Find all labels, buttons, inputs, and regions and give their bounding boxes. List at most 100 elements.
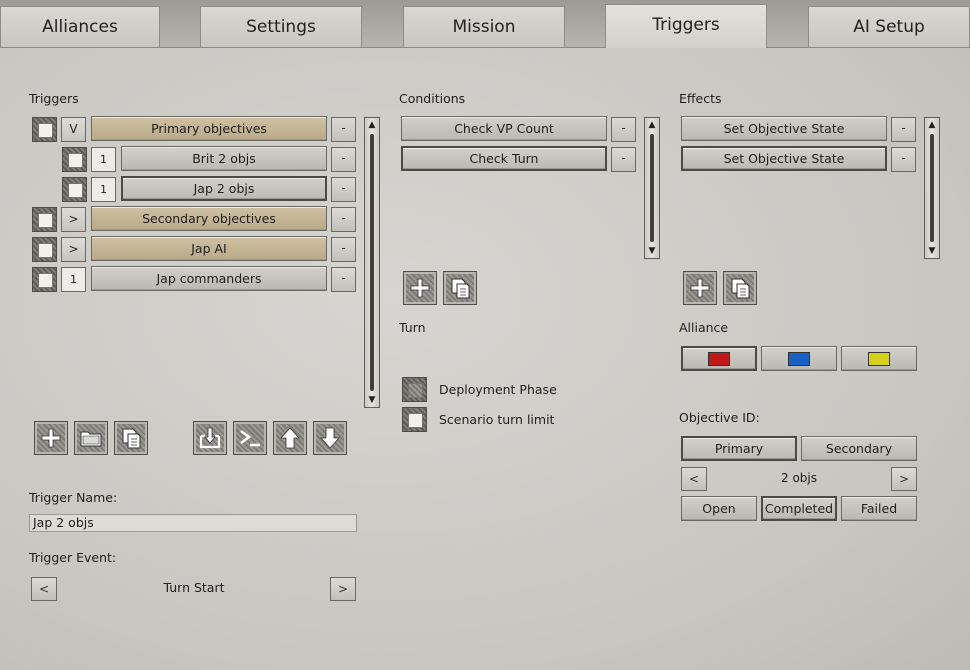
scroll-track[interactable]	[650, 134, 654, 242]
scroll-down-icon[interactable]: ▼	[925, 244, 939, 258]
trigger-order-number: 1	[61, 267, 86, 292]
alliance-blue-swatch	[788, 352, 810, 366]
copy-trigger-button[interactable]	[114, 421, 148, 455]
add-folder-button[interactable]	[74, 421, 108, 455]
trigger-event-label: Trigger Event:	[29, 550, 117, 565]
objective-state-open-button[interactable]: Open	[681, 496, 757, 521]
objective-state-failed-button[interactable]: Failed	[841, 496, 917, 521]
trigger-row-primary-objectives[interactable]: Primary objectives	[91, 116, 327, 141]
trigger-remove-button[interactable]: -	[331, 267, 356, 292]
arrow-down-icon	[320, 427, 340, 449]
trigger-expand-toggle[interactable]: >	[61, 237, 86, 262]
trigger-event-value: Turn Start	[163, 580, 225, 595]
import-trigger-button[interactable]	[193, 421, 227, 455]
trigger-row-secondary-objectives[interactable]: Secondary objectives	[91, 206, 327, 231]
move-up-button[interactable]	[273, 421, 307, 455]
trigger-name-input[interactable]: Jap 2 objs	[29, 514, 357, 532]
alliance-red-button[interactable]	[681, 346, 757, 371]
objective-state-completed-button[interactable]: Completed	[761, 496, 837, 521]
tab-bar: Alliances Settings Mission Triggers AI S…	[0, 0, 970, 49]
console-icon	[240, 429, 260, 447]
trigger-order-number: 1	[91, 147, 116, 172]
scroll-down-icon[interactable]: ▼	[645, 244, 659, 258]
trigger-checkbox[interactable]	[32, 267, 57, 292]
alliance-blue-button[interactable]	[761, 346, 837, 371]
condition-row-check-turn[interactable]: Check Turn	[401, 146, 607, 171]
copy-icon	[731, 278, 750, 299]
trigger-checkbox[interactable]	[62, 147, 87, 172]
alliance-red-swatch	[708, 352, 730, 366]
effects-heading: Effects	[679, 91, 722, 106]
plus-icon	[410, 278, 430, 298]
plus-icon	[690, 278, 710, 298]
plus-icon	[41, 428, 61, 448]
condition-remove-button[interactable]: -	[611, 147, 636, 172]
effect-remove-button[interactable]: -	[891, 147, 916, 172]
trigger-checkbox[interactable]	[32, 117, 57, 142]
import-icon	[199, 427, 221, 449]
alliance-heading: Alliance	[679, 320, 729, 335]
trigger-remove-button[interactable]: -	[331, 207, 356, 232]
copy-condition-button[interactable]	[443, 271, 477, 305]
effects-scrollbar[interactable]: ▲ ▼	[924, 117, 940, 259]
trigger-order-number: 1	[91, 177, 116, 202]
trigger-remove-button[interactable]: -	[331, 147, 356, 172]
scroll-down-icon[interactable]: ▼	[365, 393, 379, 407]
condition-remove-button[interactable]: -	[611, 117, 636, 142]
effect-remove-button[interactable]: -	[891, 117, 916, 142]
trigger-row-brit-2-objs[interactable]: Brit 2 objs	[121, 146, 327, 171]
trigger-row-jap-commanders[interactable]: Jap commanders	[91, 266, 327, 291]
trigger-remove-button[interactable]: -	[331, 117, 356, 142]
tab-mission[interactable]: Mission	[403, 6, 565, 47]
scroll-track[interactable]	[930, 134, 934, 242]
alliance-yellow-button[interactable]	[841, 346, 917, 371]
trigger-remove-button[interactable]: -	[331, 177, 356, 202]
trigger-checkbox[interactable]	[62, 177, 87, 202]
trigger-row-jap-2-objs[interactable]: Jap 2 objs	[121, 176, 327, 201]
condition-row-check-vp-count[interactable]: Check VP Count	[401, 116, 607, 141]
trigger-expand-toggle[interactable]: V	[61, 117, 86, 142]
objective-primary-button[interactable]: Primary	[681, 436, 797, 461]
scroll-up-icon[interactable]: ▲	[925, 118, 939, 132]
trigger-event-prev-button[interactable]: <	[31, 577, 57, 601]
effect-row-set-objective-state[interactable]: Set Objective State	[681, 116, 887, 141]
deployment-phase-checkbox[interactable]	[402, 377, 427, 402]
trigger-row-jap-ai[interactable]: Jap AI	[91, 236, 327, 261]
scroll-track[interactable]	[370, 134, 374, 391]
add-effect-button[interactable]	[683, 271, 717, 305]
conditions-heading: Conditions	[399, 91, 466, 106]
scroll-up-icon[interactable]: ▲	[365, 118, 379, 132]
tab-alliances[interactable]: Alliances	[0, 6, 160, 47]
trigger-remove-button[interactable]: -	[331, 237, 356, 262]
objective-prev-button[interactable]: <	[681, 467, 707, 491]
copy-effect-button[interactable]	[723, 271, 757, 305]
add-condition-button[interactable]	[403, 271, 437, 305]
tab-triggers[interactable]: Triggers	[605, 4, 767, 49]
add-trigger-button[interactable]	[34, 421, 68, 455]
tab-ai-setup[interactable]: AI Setup	[808, 6, 970, 47]
move-down-button[interactable]	[313, 421, 347, 455]
deployment-phase-label: Deployment Phase	[439, 382, 557, 397]
conditions-scrollbar[interactable]: ▲ ▼	[644, 117, 660, 259]
scenario-turn-limit-label: Scenario turn limit	[439, 412, 555, 427]
effect-row-set-objective-state[interactable]: Set Objective State	[681, 146, 887, 171]
copy-icon	[451, 278, 470, 299]
triggers-heading: Triggers	[29, 91, 79, 106]
alliance-yellow-swatch	[868, 352, 890, 366]
objective-id-value: 2 objs	[781, 471, 817, 485]
scenario-turn-limit-checkbox[interactable]	[402, 407, 427, 432]
turn-heading: Turn	[399, 320, 426, 335]
triggers-scrollbar[interactable]: ▲ ▼	[364, 117, 380, 408]
console-button[interactable]	[233, 421, 267, 455]
trigger-expand-toggle[interactable]: >	[61, 207, 86, 232]
tab-settings[interactable]: Settings	[200, 6, 362, 47]
trigger-checkbox[interactable]	[32, 237, 57, 262]
objective-next-button[interactable]: >	[891, 467, 917, 491]
copy-icon	[122, 428, 141, 449]
objective-secondary-button[interactable]: Secondary	[801, 436, 917, 461]
scroll-up-icon[interactable]: ▲	[645, 118, 659, 132]
folder-icon	[80, 431, 102, 447]
trigger-event-next-button[interactable]: >	[330, 577, 356, 601]
trigger-checkbox[interactable]	[32, 207, 57, 232]
objective-id-heading: Objective ID:	[679, 410, 760, 425]
